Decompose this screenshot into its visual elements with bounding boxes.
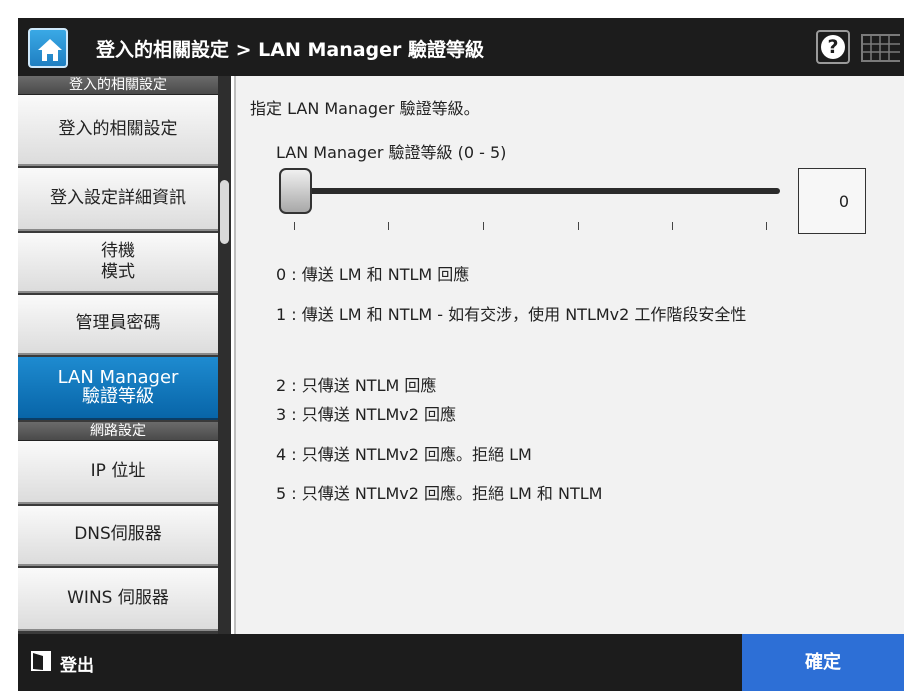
level-description-3: 3 : 只傳送 NTLMv2 回應 [276,405,457,424]
sidebar-item-label: 登入的相關設定 [58,118,178,139]
level-description-2: 2 : 只傳送 NTLM 回應 [276,376,437,395]
level-description-5: 5 : 只傳送 NTLMv2 回應。拒絕 LM 和 NTLM [276,484,603,503]
sidebar-item-admin-password[interactable]: 管理員密碼 [18,295,218,355]
logout-door-icon [31,651,51,671]
sidebar-item-wins-server[interactable]: WINS 伺服器 [18,568,218,631]
logout-label: 登出 [60,656,94,676]
sidebar-item-label: LAN Manager 驗證等級 [57,366,179,407]
slider-value-display: 0 [798,168,866,234]
slider-label: LAN Manager 驗證等級 (0 - 5) [276,143,507,162]
slider-tick [294,222,295,230]
slider-tick [388,222,389,230]
sidebar-item-lan-manager-level[interactable]: LAN Manager 驗證等級 [18,357,218,420]
slider-tick [672,222,673,230]
help-button[interactable]: ? [816,30,850,64]
sidebar-item-dns-server[interactable]: DNS伺服器 [18,506,218,566]
sidebar-item-label: 待機 模式 [101,240,135,282]
slider-track[interactable] [292,188,780,194]
slider-tick [483,222,484,230]
sidebar-item-label: WINS 伺服器 [67,587,169,608]
slider-tick [578,222,579,230]
keyboard-button[interactable] [860,32,900,64]
logout-button[interactable]: 登出 [18,634,128,691]
sidebar-item-login-details[interactable]: 登入設定詳細資訊 [18,168,218,231]
title-bar: 登入的相關設定 > LAN Manager 驗證等級 ? [18,18,904,76]
page-title: 登入的相關設定 > LAN Manager 驗證等級 [96,39,485,61]
section-header-login-settings: 登入的相關設定 [18,76,218,95]
level-description-0: 0 : 傳送 LM 和 NTLM 回應 [276,265,470,284]
level-description-1: 1 : 傳送 LM 和 NTLM - 如有交涉，使用 NTLMv2 工作階段安全… [276,305,747,324]
main-content: 指定 LAN Manager 驗證等級。 LAN Manager 驗證等級 (0… [234,76,904,634]
sidebar-item-login-settings[interactable]: 登入的相關設定 [18,95,218,166]
slider-thumb[interactable] [279,168,312,214]
keyboard-icon [861,34,900,62]
home-icon [38,39,62,61]
sidebar-item-label: DNS伺服器 [74,524,162,545]
sidebar-item-label: 管理員密碼 [75,313,161,334]
sidebar-item-label: IP 位址 [90,460,146,481]
sidebar-scrollbar[interactable] [218,76,231,634]
section-header-network-settings: 網路設定 [18,422,218,441]
sidebar-item-label: 登入設定詳細資訊 [50,187,186,208]
sidebar-item-standby-mode[interactable]: 待機 模式 [18,233,218,293]
sidebar-item-ip-address[interactable]: IP 位址 [18,441,218,504]
instruction-text: 指定 LAN Manager 驗證等級。 [250,99,480,118]
footer-bar: 登出 確定 [18,634,904,691]
scrollbar-thumb[interactable] [220,180,229,244]
ok-button[interactable]: 確定 [742,634,904,691]
sidebar: 登入的相關設定 登入的相關設定 登入設定詳細資訊 待機 模式 管理員密碼 LAN… [18,76,231,634]
slider-tick [766,222,767,230]
level-description-4: 4 : 只傳送 NTLMv2 回應。拒絕 LM [276,445,532,464]
home-button[interactable] [28,28,68,68]
question-icon: ? [821,35,845,59]
